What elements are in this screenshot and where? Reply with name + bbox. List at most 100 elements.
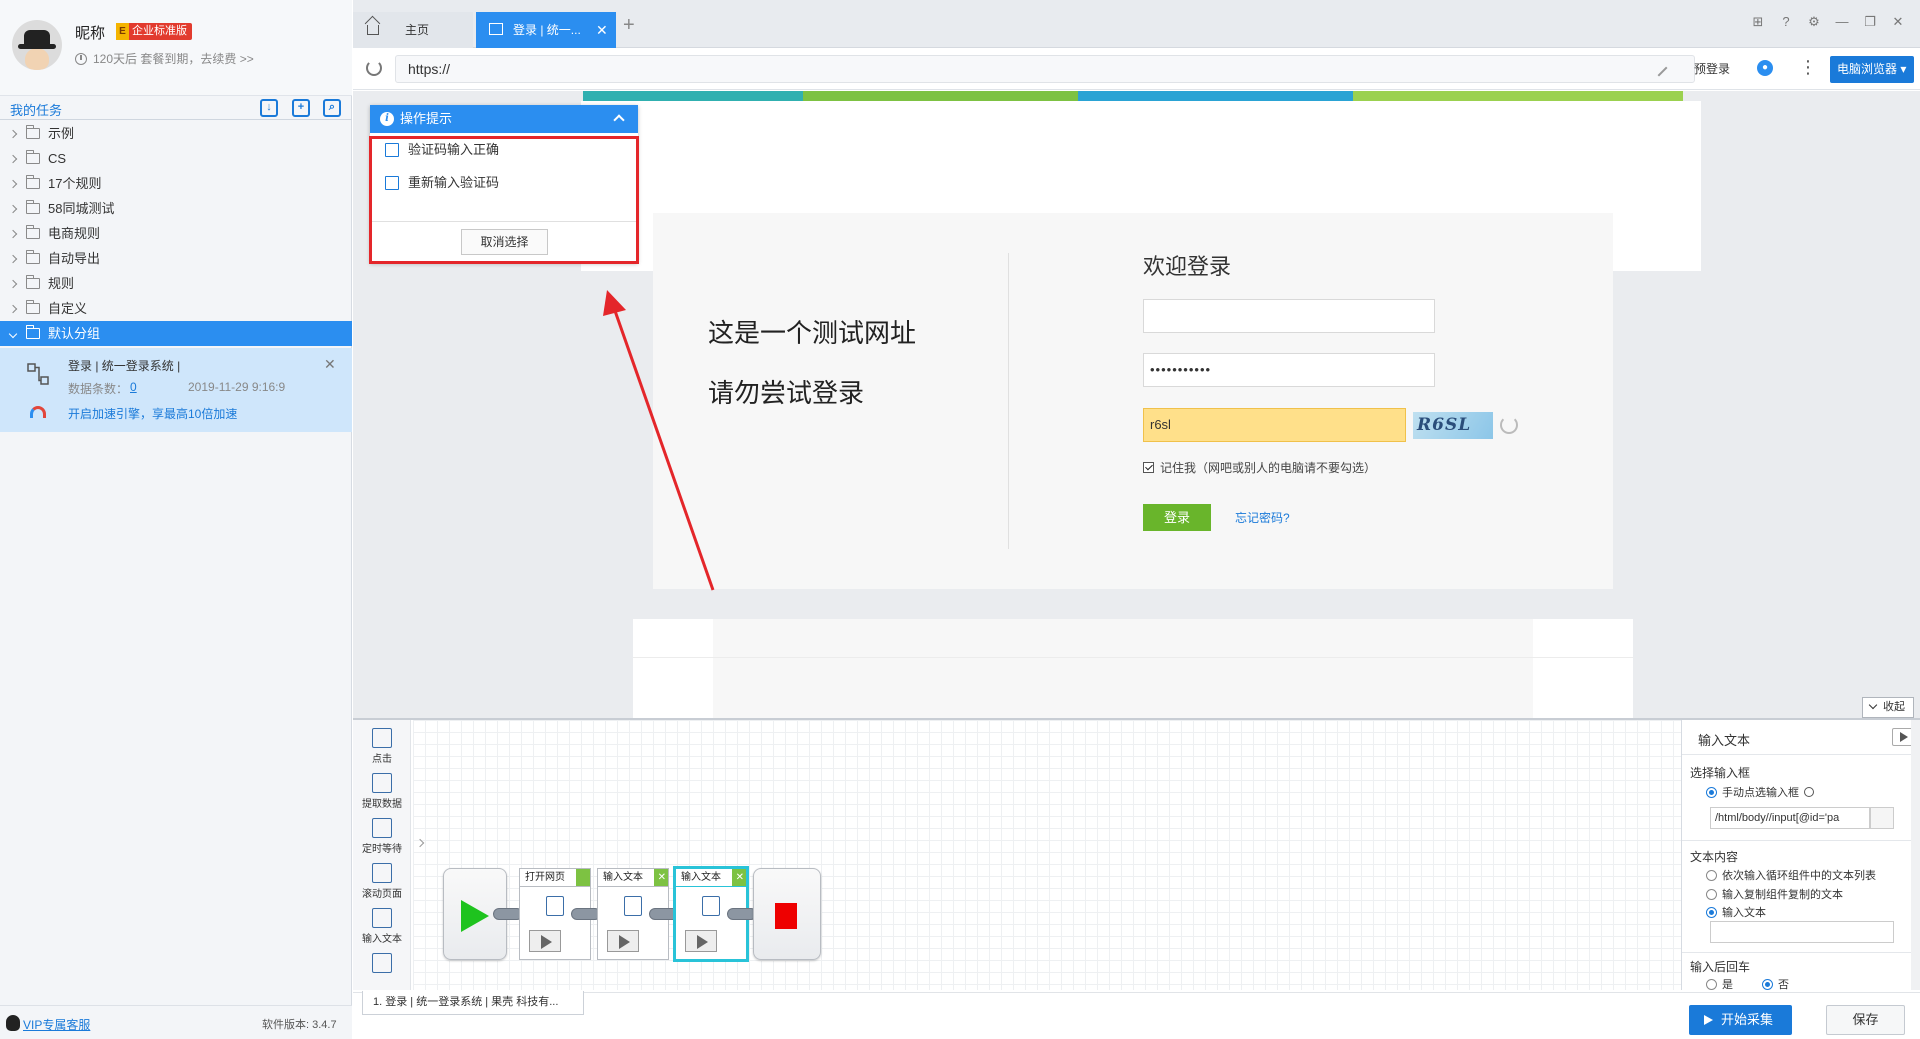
- data-count[interactable]: 0: [130, 380, 137, 394]
- task-card[interactable]: 登录 | 统一登录系统 | ✕ 数据条数： 0 2019-11-29 9:16:…: [0, 348, 352, 432]
- copy-text-option[interactable]: 输入复制组件复制的文本: [1706, 886, 1843, 902]
- task-name[interactable]: 登录 | 统一登录系统 |: [68, 357, 180, 374]
- gift-icon[interactable]: ⊞: [1750, 14, 1766, 30]
- info-icon: i: [380, 112, 394, 126]
- end-node[interactable]: [753, 868, 821, 960]
- nickname[interactable]: 昵称: [75, 22, 105, 43]
- user-agent-icon[interactable]: ●: [1757, 60, 1773, 76]
- minimize-icon[interactable]: —: [1834, 14, 1850, 30]
- radio[interactable]: [1706, 978, 1717, 990]
- chevron-right-icon: [8, 254, 18, 263]
- collapse-button[interactable]: 收起: [1862, 697, 1914, 718]
- tree-item[interactable]: 自定义: [0, 296, 352, 321]
- palette-input[interactable]: 输入文本: [357, 908, 407, 945]
- radio[interactable]: [1762, 978, 1773, 990]
- palette-click[interactable]: 点击: [357, 728, 407, 765]
- login-button[interactable]: 登录: [1143, 504, 1211, 531]
- gear-icon[interactable]: ⚙: [1806, 14, 1822, 30]
- remember-checkbox[interactable]: [1143, 462, 1154, 473]
- palette-label: 定时等待: [362, 844, 402, 855]
- crosshair-icon[interactable]: [1804, 787, 1814, 797]
- tree-item[interactable]: CS: [0, 146, 352, 171]
- radio[interactable]: [1706, 786, 1717, 798]
- close-tab-icon[interactable]: ✕: [596, 12, 608, 48]
- avatar[interactable]: [12, 20, 62, 70]
- close-window-icon[interactable]: ✕: [1890, 14, 1906, 30]
- captcha-refresh-icon[interactable]: [1500, 416, 1518, 434]
- save-button[interactable]: 保存: [1826, 1005, 1905, 1035]
- more-components-icon: [372, 953, 392, 973]
- collapse-label: 收起: [1883, 701, 1905, 713]
- text-value-input[interactable]: [1710, 921, 1894, 943]
- loop-text-option[interactable]: 依次输入循环组件中的文本列表: [1706, 867, 1876, 883]
- speed-engine-link[interactable]: 开启加速引擎，享最高10倍加速: [68, 405, 237, 422]
- folder-icon: [26, 275, 40, 289]
- step-label: 输入文本: [681, 872, 721, 883]
- palette-more[interactable]: [357, 953, 407, 975]
- tree-item[interactable]: 规则: [0, 271, 352, 296]
- tree-item[interactable]: 17个规则: [0, 171, 352, 196]
- expiry-row[interactable]: 120天后 套餐到期，去续费 >>: [75, 50, 254, 67]
- manual-select-option[interactable]: 手动点选输入框: [1706, 784, 1814, 800]
- properties-panel: 输入文本 选择输入框 手动点选输入框 文本内容 依次输入循环组件中的文本列表 输…: [1681, 720, 1920, 992]
- tree-item[interactable]: 58同城测试: [0, 196, 352, 221]
- enter-yes-option[interactable]: 是: [1706, 976, 1733, 992]
- chevron-right-icon: [8, 229, 18, 238]
- chevron-up-icon[interactable]: [613, 114, 625, 126]
- hourglass-icon: [372, 818, 392, 838]
- start-collect-button[interactable]: 开始采集: [1689, 1005, 1792, 1035]
- refresh-icon[interactable]: [366, 60, 382, 76]
- input-text-option[interactable]: 输入文本: [1706, 904, 1766, 920]
- vip-service-link[interactable]: VIP专属客服: [23, 1016, 90, 1033]
- input-text-label: 输入文本: [1722, 907, 1766, 919]
- run-step-button[interactable]: [685, 930, 717, 952]
- help-icon[interactable]: ?: [1778, 14, 1794, 30]
- run-step-button[interactable]: [529, 930, 561, 952]
- new-tab-button[interactable]: +: [623, 14, 635, 37]
- tab-home[interactable]: 主页: [353, 12, 473, 48]
- designer-footer: 开始采集 保存: [353, 992, 1920, 1039]
- input-text-icon: [624, 896, 642, 916]
- workflow-canvas[interactable]: 打开网页 输入文本 ✕ 输入文本 ✕: [413, 720, 1739, 990]
- url-input[interactable]: [395, 55, 1695, 83]
- search-task-icon[interactable]: ⌕: [323, 99, 341, 117]
- edition-badge: E 企业标准版: [116, 23, 192, 40]
- step-label: 输入文本: [603, 872, 643, 883]
- remember-me[interactable]: 记住我（网吧或别人的电脑请不要勾选）: [1143, 459, 1376, 476]
- scrollbar[interactable]: [1911, 720, 1920, 990]
- tree-item[interactable]: 示例: [0, 121, 352, 146]
- tree-item[interactable]: 自动导出: [0, 246, 352, 271]
- remove-step-icon[interactable]: ✕: [736, 869, 744, 886]
- palette-extract[interactable]: 提取数据: [357, 773, 407, 810]
- address-bar: 预登录 ● ⋮ 电脑浏览器 ▾: [353, 48, 1920, 90]
- run-step-button[interactable]: [607, 930, 639, 952]
- tree-item[interactable]: 电商规则: [0, 221, 352, 246]
- add-task-icon[interactable]: +: [292, 99, 310, 117]
- manual-select-label: 手动点选输入框: [1722, 787, 1799, 799]
- tab-login[interactable]: 登录 | 统一... ✕: [476, 12, 616, 48]
- tree-item-default-group[interactable]: 默认分组: [0, 321, 352, 346]
- browser-mode-dropdown[interactable]: 电脑浏览器 ▾: [1830, 56, 1914, 83]
- enter-no-option[interactable]: 否: [1762, 976, 1789, 992]
- palette-scroll[interactable]: 滚动页面: [357, 863, 407, 900]
- radio[interactable]: [1706, 888, 1717, 900]
- edit-xpath-button[interactable]: [1870, 807, 1894, 829]
- captcha-image[interactable]: R6SL: [1413, 412, 1493, 439]
- palette-wait[interactable]: 定时等待: [357, 818, 407, 855]
- prelogin-button[interactable]: 预登录: [1694, 60, 1730, 77]
- expiry-text[interactable]: 120天后 套餐到期，去续费 >>: [93, 50, 254, 67]
- password-field[interactable]: •••••••••••: [1143, 353, 1435, 387]
- workflow-tab[interactable]: 1. 登录 | 统一登录系统 | 果壳 科技有...: [362, 991, 584, 1015]
- more-menu-icon[interactable]: ⋮: [1799, 57, 1817, 78]
- captcha-field[interactable]: r6sl: [1143, 408, 1406, 442]
- radio[interactable]: [1706, 906, 1717, 918]
- remove-step-icon[interactable]: ✕: [658, 869, 666, 886]
- restore-icon[interactable]: ❐: [1862, 14, 1878, 30]
- xpath-input[interactable]: [1710, 807, 1870, 829]
- username-field[interactable]: [1143, 299, 1435, 333]
- radio[interactable]: [1706, 869, 1717, 881]
- close-icon[interactable]: ✕: [324, 356, 336, 373]
- import-icon[interactable]: ↓: [260, 99, 278, 117]
- forgot-password-link[interactable]: 忘记密码?: [1235, 509, 1290, 526]
- folder-icon: [26, 200, 40, 214]
